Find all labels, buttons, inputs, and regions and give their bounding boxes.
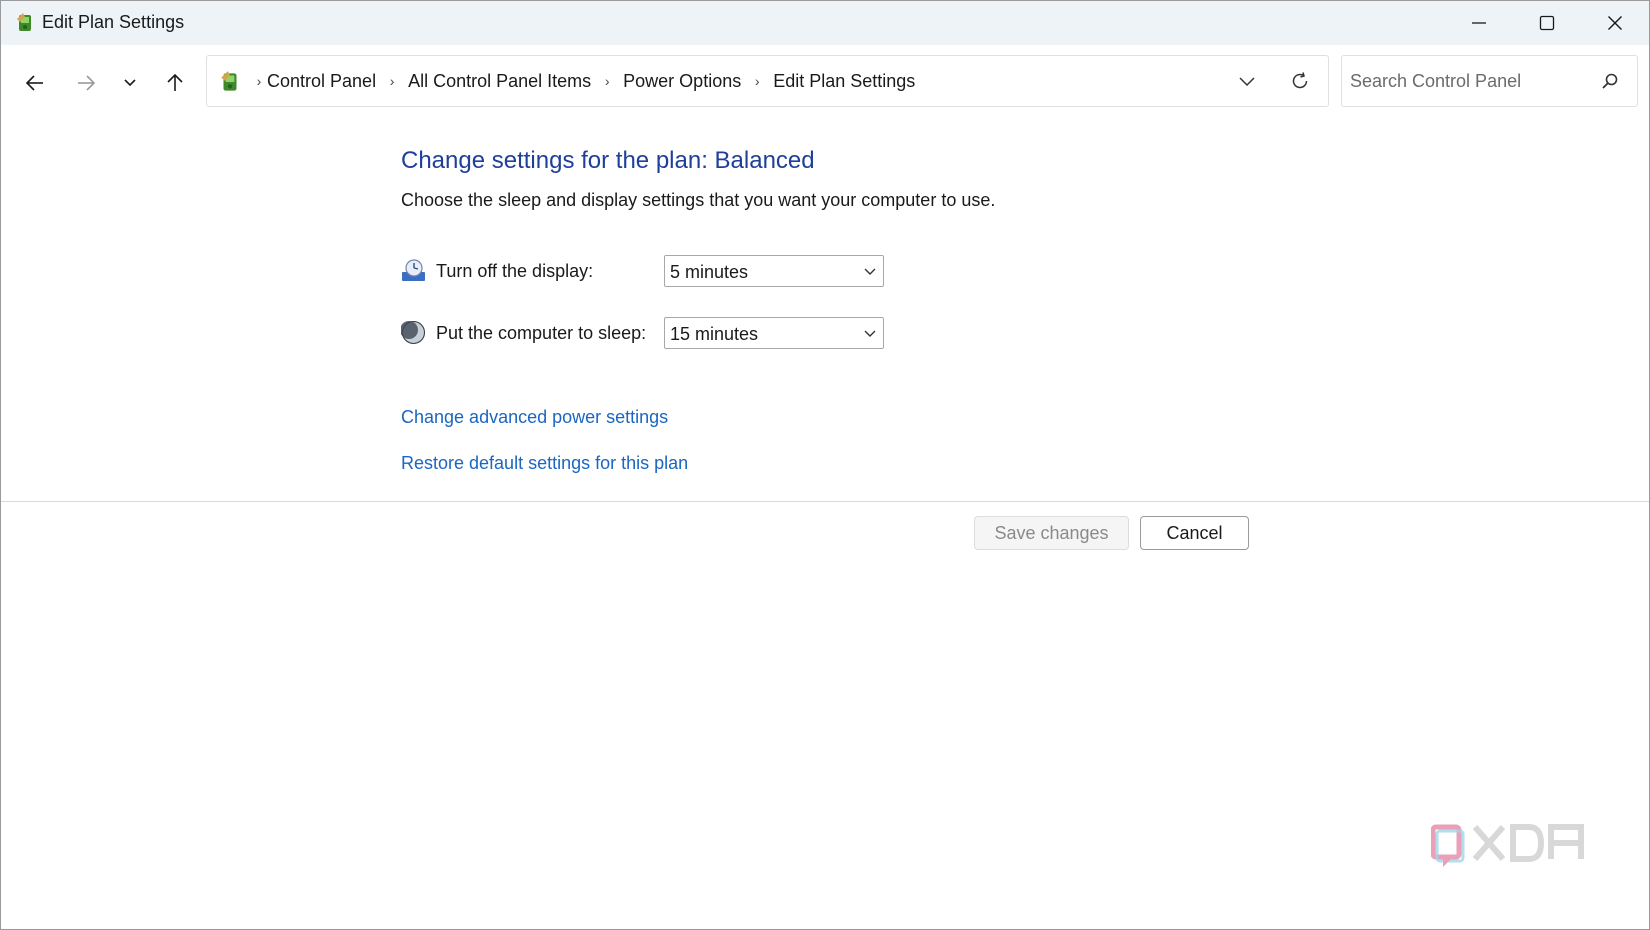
breadcrumb-edit-plan-settings[interactable]: Edit Plan Settings xyxy=(773,71,915,92)
restore-defaults-link[interactable]: Restore default settings for this plan xyxy=(401,453,688,474)
up-button[interactable] xyxy=(159,67,191,99)
chevron-down-icon xyxy=(864,268,876,275)
search-icon[interactable] xyxy=(1598,69,1622,93)
close-button[interactable] xyxy=(1581,1,1649,45)
power-options-icon xyxy=(217,69,243,95)
minimize-button[interactable] xyxy=(1445,1,1513,45)
breadcrumb-separator-icon[interactable]: › xyxy=(251,73,267,89)
sleep-timeout-select[interactable]: 15 minutes xyxy=(664,317,884,349)
breadcrumb-control-panel[interactable]: Control Panel xyxy=(267,71,376,92)
main-content: Change settings for the plan: Balanced C… xyxy=(1,117,1649,929)
search-box[interactable] xyxy=(1341,55,1638,107)
refresh-button[interactable] xyxy=(1285,68,1315,94)
breadcrumb-separator-icon[interactable]: › xyxy=(741,73,773,89)
edit-plan-settings-window: Edit Plan Settings › Control Panel › All… xyxy=(0,0,1650,930)
arrow-up-icon xyxy=(167,73,183,91)
breadcrumb-power-options[interactable]: Power Options xyxy=(623,71,741,92)
chevron-down-icon xyxy=(124,79,136,87)
sleep-timeout-value: 15 minutes xyxy=(670,324,759,344)
xda-logo xyxy=(1430,819,1591,871)
cancel-button[interactable]: Cancel xyxy=(1140,516,1249,550)
breadcrumb: › Control Panel › All Control Panel Item… xyxy=(251,56,916,106)
navigation-bar: › Control Panel › All Control Panel Item… xyxy=(1,45,1649,117)
display-timeout-select[interactable]: 5 minutes xyxy=(664,255,884,287)
arrow-left-icon xyxy=(25,75,43,91)
display-timeout-value: 5 minutes xyxy=(670,262,749,282)
setting-row-display: Turn off the display: 5 minutes xyxy=(401,255,901,287)
maximize-button[interactable] xyxy=(1513,1,1581,45)
chevron-down-icon xyxy=(864,330,876,337)
close-icon xyxy=(1608,16,1622,30)
window-title: Edit Plan Settings xyxy=(42,12,185,32)
page-subtitle: Choose the sleep and display settings th… xyxy=(401,190,996,210)
moon-icon xyxy=(400,320,426,345)
advanced-power-settings-link[interactable]: Change advanced power settings xyxy=(401,407,668,428)
setting-row-sleep: Put the computer to sleep: 15 minutes xyxy=(400,317,901,349)
maximize-icon xyxy=(1539,15,1555,31)
back-button[interactable] xyxy=(19,67,51,99)
chevron-down-icon xyxy=(1239,77,1255,87)
minimize-icon xyxy=(1472,22,1486,24)
sleep-timeout-label: Put the computer to sleep: xyxy=(436,323,647,343)
refresh-icon xyxy=(1292,72,1308,89)
arrow-right-icon xyxy=(78,75,96,91)
forward-button[interactable] xyxy=(70,67,102,99)
display-clock-icon xyxy=(401,258,426,283)
breadcrumb-all-control-panel-items[interactable]: All Control Panel Items xyxy=(408,71,591,92)
search-input[interactable] xyxy=(1350,69,1590,93)
page-title: Change settings for the plan: Balanced xyxy=(401,147,815,174)
divider xyxy=(1,501,1649,502)
address-bar[interactable]: › Control Panel › All Control Panel Item… xyxy=(206,55,1329,107)
recent-locations-button[interactable] xyxy=(114,67,146,99)
breadcrumb-separator-icon[interactable]: › xyxy=(591,73,623,89)
save-changes-button[interactable]: Save changes xyxy=(974,516,1129,550)
address-history-button[interactable] xyxy=(1232,68,1262,94)
breadcrumb-separator-icon[interactable]: › xyxy=(376,73,408,89)
title-bar: Edit Plan Settings xyxy=(1,1,1649,45)
display-timeout-label: Turn off the display: xyxy=(436,261,594,281)
power-options-icon xyxy=(13,11,37,35)
